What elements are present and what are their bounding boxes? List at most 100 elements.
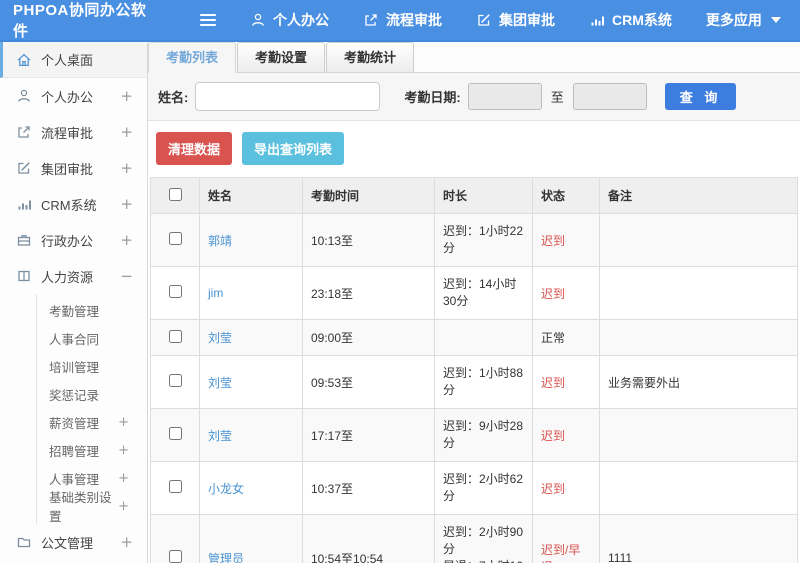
employee-name-link[interactable]: 管理员 (208, 552, 244, 563)
attendance-table: 姓名 考勤时间 时长 状态 备注 郭靖 10:13至 迟到：1小时22分 迟到 jim 23:18… (150, 177, 798, 563)
tab-bar: 考勤列表 考勤设置 考勤统计 (148, 42, 800, 73)
table-row: 郭靖 10:13至 迟到：1小时22分 迟到 (150, 213, 798, 267)
sidebar-item-label: 个人办公 (41, 89, 94, 105)
note-cell (599, 213, 798, 267)
row-checkbox[interactable] (168, 550, 182, 563)
table-row: 刘莹 09:53至 迟到：1小时88分 迟到 业务需要外出 (150, 355, 798, 409)
sidebar-subitem[interactable]: 薪资管理 + (37, 408, 147, 436)
expand-toggle-icon[interactable]: + (120, 159, 133, 177)
topnav-label: CRM系统 (612, 12, 672, 28)
column-header: 时长 (434, 177, 533, 214)
employee-name-link[interactable]: 刘莹 (208, 429, 232, 443)
sidebar-subitem[interactable]: 基础类别设置 + (37, 491, 147, 524)
tab-attendance-stats[interactable]: 考勤统计 (326, 42, 415, 72)
expand-toggle-icon[interactable]: + (120, 87, 133, 105)
sidebar-item[interactable]: 公文管理 + (0, 524, 147, 560)
topnav-label: 流程审批 (386, 12, 442, 28)
sidebar-item-label: CRM系统 (41, 197, 97, 213)
topnav-personal-office[interactable]: 个人办公 (250, 10, 329, 30)
sidebar-item[interactable]: 行政办公 + (0, 222, 147, 258)
note-cell (599, 319, 798, 356)
sidebar-item-label: 人力资源 (41, 269, 94, 285)
date-from-input[interactable] (467, 83, 542, 110)
sidebar-subitem[interactable]: 招聘管理 + (37, 436, 147, 464)
chart-icon (589, 12, 605, 28)
attendance-time-cell: 09:53至 (302, 355, 435, 409)
topnav-crm-system[interactable]: CRM系统 (589, 10, 672, 30)
attendance-time-cell: 09:00至 (302, 319, 435, 356)
top-navigation: 个人办公 流程审批 集团审批 CRM系统 更多应用 (250, 10, 781, 30)
name-input[interactable] (195, 82, 381, 111)
expand-toggle-icon[interactable]: + (118, 499, 129, 514)
sidebar-item[interactable]: 人力资源 − (0, 258, 147, 294)
home-icon (16, 52, 32, 68)
attendance-time-cell: 10:13至 (302, 213, 435, 267)
sidebar-item[interactable]: CRM系统 + (0, 186, 147, 222)
topbar: PHPOA协同办公软件 个人办公 流程审批 集团审批 CRM系统 更多应用 (0, 0, 800, 42)
table-row: 小龙女 10:37至 迟到：2小时62分 迟到 (150, 461, 798, 515)
menu-toggle-icon[interactable] (200, 14, 216, 26)
expand-toggle-icon[interactable]: − (120, 267, 133, 285)
duration-cell: 迟到：1小时88分 (434, 355, 533, 409)
expand-toggle-icon[interactable]: + (120, 123, 133, 141)
column-header: 姓名 (199, 177, 303, 214)
topnav-workflow-approval[interactable]: 流程审批 (363, 10, 442, 30)
sidebar-subitem[interactable]: 奖惩记录 (37, 380, 147, 408)
duration-cell: 迟到：9小时28分 (434, 408, 533, 462)
edit-icon (16, 160, 32, 176)
column-header: 状态 (532, 177, 600, 214)
expand-toggle-icon[interactable]: + (118, 415, 129, 430)
sidebar-item-label: 集团审批 (41, 161, 94, 177)
user-icon (16, 88, 32, 104)
sidebar-item[interactable]: 个人办公 + (0, 78, 147, 114)
query-button[interactable]: 查 询 (664, 83, 737, 110)
sidebar-subitem[interactable]: 考勤管理 (37, 296, 147, 324)
expand-toggle-icon[interactable]: + (120, 533, 133, 551)
table-row: 管理员 10:54至10:54迟到：2小时90分早退：7小时10分迟到/早退111… (150, 514, 798, 563)
export-list-button[interactable]: 导出查询列表 (242, 132, 345, 165)
select-all-checkbox[interactable] (168, 187, 182, 201)
employee-name-link[interactable]: 刘莹 (208, 331, 232, 345)
folder-icon (16, 534, 32, 550)
row-checkbox[interactable] (168, 232, 182, 245)
status-cell: 迟到 (532, 461, 600, 515)
date-to-label: 至 (550, 90, 564, 105)
filter-bar: 姓名: 考勤日期: 至 查 询 (148, 73, 800, 121)
duration-cell (434, 319, 533, 356)
attendance-time-cell: 17:17至 (302, 408, 435, 462)
employee-name-link[interactable]: 郭靖 (208, 234, 232, 248)
clear-data-button[interactable]: 清理数据 (156, 132, 233, 165)
sidebar-subitem-label: 人事合同 (49, 332, 100, 347)
sidebar-submenu: 考勤管理 人事合同 培训管理 奖惩记录 薪资管理 + 招聘管理 + 人事管理 + 基础类别设置 + (36, 294, 147, 524)
employee-name-link[interactable]: 小龙女 (208, 482, 244, 496)
sidebar-item[interactable]: 集团审批 + (0, 150, 147, 186)
employee-name-link[interactable]: 刘莹 (208, 376, 232, 390)
row-checkbox[interactable] (168, 427, 182, 440)
row-checkbox[interactable] (168, 329, 182, 343)
sidebar-subitem-label: 奖惩记录 (49, 388, 100, 403)
sidebar-subitem-label: 招聘管理 (49, 444, 100, 459)
sidebar-item[interactable]: 流程审批 + (0, 114, 147, 150)
row-checkbox[interactable] (168, 374, 182, 387)
sidebar-subitem[interactable]: 培训管理 (37, 352, 147, 380)
chart-icon (16, 196, 32, 212)
expand-toggle-icon[interactable]: + (118, 471, 129, 486)
row-checkbox[interactable] (168, 480, 182, 493)
expand-toggle-icon[interactable]: + (118, 443, 129, 458)
expand-toggle-icon[interactable]: + (120, 231, 133, 249)
sidebar-item[interactable]: 个人桌面 (0, 42, 147, 78)
select-all-header (150, 177, 200, 214)
date-to-input[interactable] (572, 83, 647, 110)
duration-cell: 迟到：1小时22分 (434, 213, 533, 267)
tab-attendance-list[interactable]: 考勤列表 (148, 42, 237, 73)
sidebar-subitem[interactable]: 人事合同 (37, 324, 147, 352)
flow-icon (363, 12, 379, 28)
row-checkbox[interactable] (168, 285, 182, 298)
tab-attendance-settings[interactable]: 考勤设置 (237, 42, 326, 72)
topnav-label: 更多应用 (705, 12, 762, 28)
topnav-more-apps[interactable]: 更多应用 (706, 10, 781, 30)
employee-name-link[interactable]: jim (208, 286, 223, 300)
topnav-group-approval[interactable]: 集团审批 (476, 10, 555, 30)
expand-toggle-icon[interactable]: + (120, 195, 133, 213)
sidebar: 个人桌面 个人办公 + 流程审批 + 集团审批 + CRM系统 + 行政办公 + 人力资源 − 考勤管理人… (0, 42, 148, 563)
